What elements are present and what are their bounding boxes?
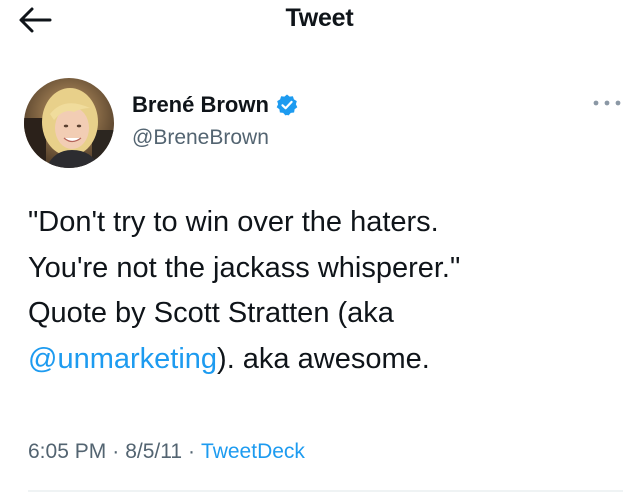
tweet-author: Brené Brown @BreneBrown [24, 78, 624, 168]
avatar[interactable] [24, 78, 114, 168]
page-title: Tweet [285, 4, 354, 32]
divider [28, 490, 623, 492]
separator: · [188, 440, 196, 463]
verified-badge-icon [275, 93, 299, 117]
avatar-photo [24, 78, 114, 168]
tweet-source-link[interactable]: TweetDeck [201, 440, 305, 463]
more-options-button[interactable] [590, 96, 624, 110]
tweet-text: "Don't try to win over the haters. You'r… [28, 200, 623, 382]
tweet-time[interactable]: 6:05 PM [28, 440, 106, 463]
user-handle[interactable]: @BreneBrown [132, 126, 269, 150]
tweet-date[interactable]: 8/5/11 [125, 440, 182, 463]
separator: · [112, 440, 120, 463]
top-bar: Tweet [0, 0, 639, 44]
display-name-row: Brené Brown [132, 92, 299, 118]
tweet-text-part: "Don't try to win over the haters. You'r… [28, 206, 461, 329]
more-horizontal-icon [593, 100, 621, 106]
tweet-metadata: 6:05 PM · 8/5/11 · TweetDeck [28, 440, 305, 464]
mention-link[interactable]: @unmarketing [28, 343, 217, 375]
tweet-text-part: ). aka awesome. [217, 342, 430, 375]
display-name[interactable]: Brené Brown [132, 92, 269, 118]
